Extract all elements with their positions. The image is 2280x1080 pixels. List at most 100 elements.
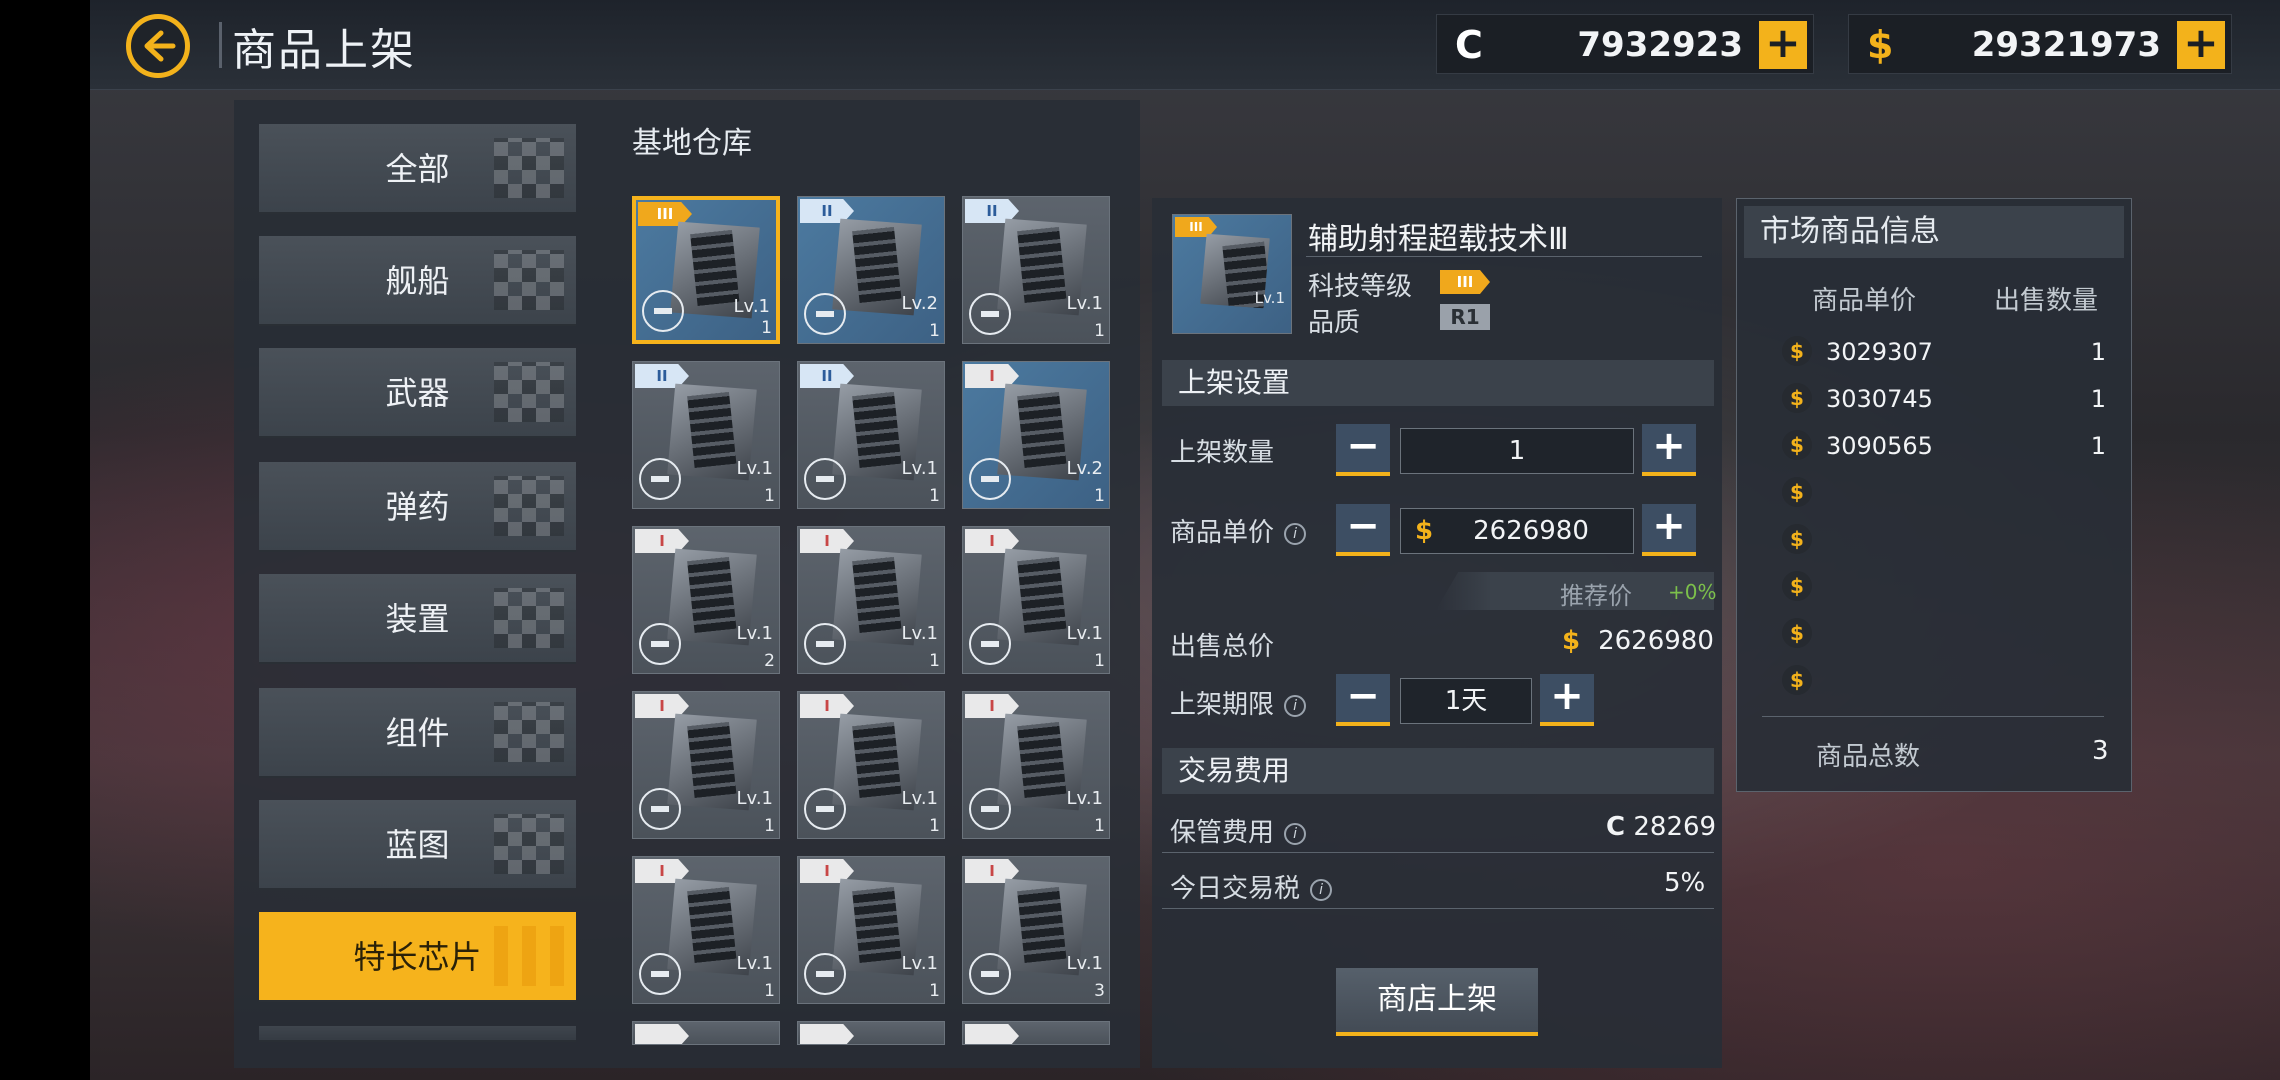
storage-fee: C 28269 (1606, 812, 1716, 842)
tech-level-label: 科技等级 (1308, 272, 1413, 302)
back-arrow-icon (144, 30, 176, 62)
inventory-item[interactable]: III Lv.1 1 (632, 196, 780, 344)
category-more-peek[interactable] (259, 1026, 576, 1042)
item-level: Lv.1 (901, 623, 938, 644)
category-1[interactable]: 舰船 (259, 236, 576, 326)
tier-badge (800, 1024, 854, 1044)
category-6[interactable]: 蓝图 (259, 800, 576, 890)
trade-fees-header: 交易费用 (1162, 748, 1714, 794)
inventory-item-peek[interactable] (632, 1021, 780, 1045)
inventory-item[interactable]: II Lv.1 1 (962, 196, 1110, 344)
inventory-item[interactable]: II Lv.1 1 (797, 361, 945, 509)
quality-badge: R1 (1440, 304, 1490, 330)
market-price: 3030745 (1826, 385, 1933, 413)
category-label: 全部 (385, 150, 450, 188)
inventory-item[interactable]: I Lv.2 1 (962, 361, 1110, 509)
inventory-item[interactable]: II Lv.2 1 (797, 196, 945, 344)
gold-coin-icon: $ (1782, 571, 1812, 601)
inventory-item[interactable]: I Lv.1 1 (797, 526, 945, 674)
gold-coin-icon: $ (1782, 477, 1812, 507)
tax-label-text: 今日交易税 (1170, 874, 1301, 904)
item-level: Lv.2 (1066, 458, 1103, 479)
tax-value: 5% (1664, 868, 1706, 898)
page-title: 商品上架 (232, 25, 416, 76)
col-sell-qty: 出售数量 (1994, 286, 2099, 316)
category-4[interactable]: 装置 (259, 574, 576, 664)
category-label: 组件 (385, 714, 450, 752)
duration-plus-button[interactable]: + (1540, 674, 1594, 726)
back-button[interactable] (126, 14, 190, 78)
item-count: 1 (1094, 486, 1105, 506)
quantity-input[interactable]: 1 (1400, 428, 1634, 474)
item-level: Lv.1 (1066, 623, 1103, 644)
price-plus-button[interactable]: + (1642, 504, 1696, 556)
info-icon[interactable]: i (1310, 878, 1333, 901)
add-gold-button[interactable]: + (2177, 21, 2225, 69)
warehouse-title: 基地仓库 (632, 126, 752, 161)
recommend-percent: +0% (1668, 580, 1717, 604)
inventory-item[interactable]: I Lv.1 1 (797, 856, 945, 1004)
add-credits-button[interactable]: + (1759, 21, 1807, 69)
item-count: 1 (761, 318, 772, 338)
price-input[interactable]: $2626980 (1400, 508, 1634, 554)
storage-fee-label: 保管费用 i (1170, 812, 1307, 849)
market-row: $3090565 1 (1782, 428, 2112, 468)
item-level: Lv.1 (736, 788, 773, 809)
gold-coin-icon: $ (1782, 524, 1812, 554)
credits-value: 7932923 (1577, 25, 1743, 65)
quantity-plus-button[interactable]: + (1642, 424, 1696, 476)
info-icon[interactable]: i (1284, 522, 1307, 545)
category-7[interactable]: 特长芯片 (259, 912, 576, 1002)
storage-fee-value: 28269 (1633, 812, 1717, 842)
inventory-item[interactable]: I Lv.1 1 (962, 691, 1110, 839)
category-pattern (494, 138, 564, 198)
detail-level: Lv.1 (1254, 289, 1285, 307)
inventory-item[interactable]: II Lv.1 1 (632, 361, 780, 509)
category-pattern (494, 476, 564, 536)
market-total-value: 3 (2092, 736, 2109, 766)
duration-input[interactable]: 1天 (1400, 678, 1532, 724)
title-divider (219, 22, 222, 68)
item-count: 1 (929, 321, 940, 341)
price-minus-button[interactable]: − (1336, 504, 1390, 556)
list-to-shop-button[interactable]: 商店上架 (1336, 968, 1538, 1036)
fee-divider (1162, 852, 1714, 853)
category-2[interactable]: 武器 (259, 348, 576, 438)
total-price: $2626980 (1562, 626, 1714, 656)
duration-label: 上架期限 i (1170, 684, 1307, 721)
item-count: 1 (1094, 816, 1105, 836)
duration-minus-button[interactable]: − (1336, 674, 1390, 726)
total-price-value: 2626980 (1598, 626, 1714, 656)
detail-item-thumb: III Lv.1 (1172, 214, 1292, 334)
quantity-minus-button[interactable]: − (1336, 424, 1390, 476)
item-count: 1 (764, 981, 775, 1001)
gold-coin-icon: $ (1782, 665, 1812, 695)
inventory-item[interactable]: I Lv.1 1 (962, 526, 1110, 674)
tax-label: 今日交易税 i (1170, 868, 1333, 905)
item-count: 3 (1094, 981, 1105, 1001)
tax-divider (1162, 908, 1714, 909)
category-3[interactable]: 弹药 (259, 462, 576, 552)
market-total-label: 商品总数 (1816, 742, 1921, 772)
item-level: Lv.1 (733, 296, 770, 317)
item-name: 辅助射程超载技术Ⅲ (1308, 222, 1569, 257)
item-level: Lv.1 (736, 953, 773, 974)
item-level: Lv.1 (1066, 293, 1103, 314)
inventory-item[interactable]: I Lv.1 1 (632, 691, 780, 839)
info-icon[interactable]: i (1284, 822, 1307, 845)
category-label: 装置 (385, 600, 450, 638)
inventory-item[interactable]: I Lv.1 1 (797, 691, 945, 839)
tier-badge (965, 1024, 1019, 1044)
category-5[interactable]: 组件 (259, 688, 576, 778)
inventory-item[interactable]: I Lv.1 1 (632, 856, 780, 1004)
inventory-item[interactable]: I Lv.1 2 (632, 526, 780, 674)
item-count: 1 (1094, 321, 1105, 341)
info-icon[interactable]: i (1284, 694, 1307, 717)
market-row: $3030745 1 (1782, 381, 2112, 421)
inventory-item-peek[interactable] (797, 1021, 945, 1045)
inventory-item-peek[interactable] (962, 1021, 1110, 1045)
inventory-item[interactable]: I Lv.1 3 (962, 856, 1110, 1004)
gold-coin-icon: $ (1782, 383, 1812, 413)
market-divider (1762, 716, 2104, 717)
category-0[interactable]: 全部 (259, 124, 576, 214)
